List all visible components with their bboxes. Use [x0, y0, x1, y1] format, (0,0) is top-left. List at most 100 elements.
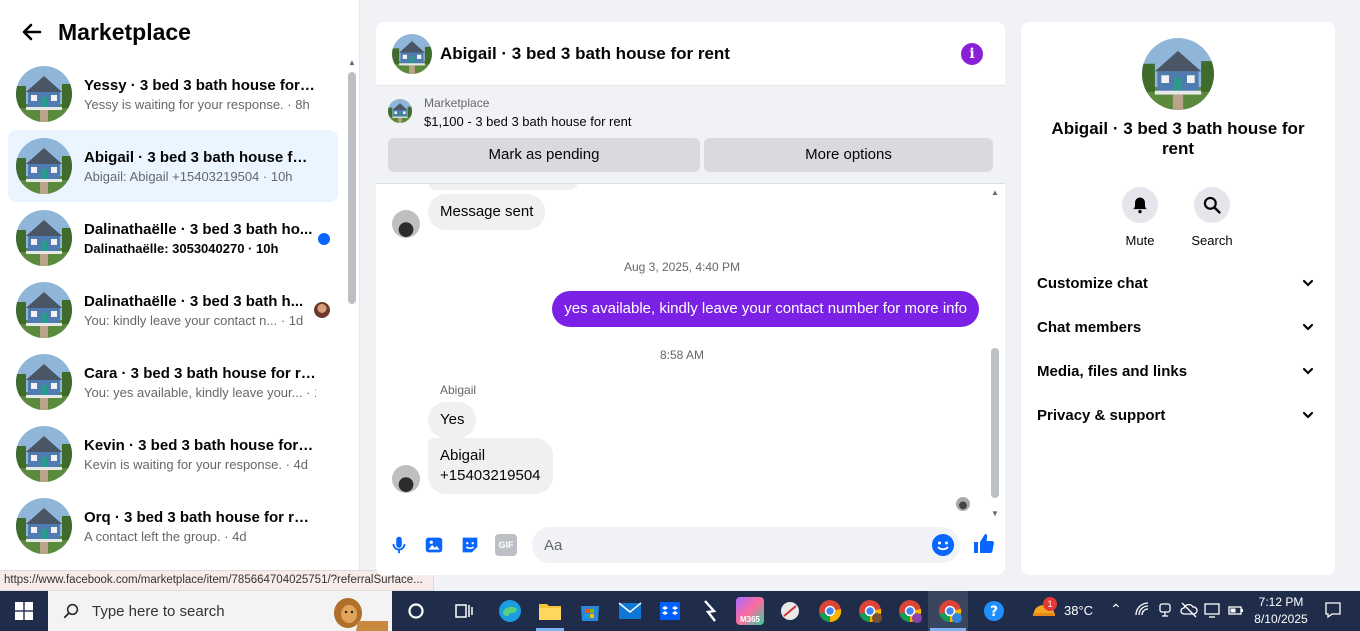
chevron-down-icon [1302, 367, 1314, 375]
conversation-title: Yessy · 3 bed 3 bath house for re... [84, 76, 316, 94]
conversation-title: Kevin · 3 bed 3 bath house for r... [84, 436, 316, 454]
sticker-icon[interactable] [459, 534, 481, 556]
conversation-item[interactable]: Orq · 3 bed 3 bath house for rent A conta… [8, 490, 338, 562]
clock-time: 7:12 PM [1258, 595, 1304, 609]
info-section[interactable]: Privacy & support [1037, 398, 1319, 434]
conversation-item[interactable]: Abigail · 3 bed 3 bath house for ... Abig… [8, 130, 338, 202]
unread-dot [318, 233, 330, 245]
listing-photo[interactable] [1142, 38, 1214, 110]
photo-icon[interactable] [423, 534, 445, 556]
conversation-item[interactable]: Dalinathaëlle · 3 bed 3 bath h... You: ki… [8, 274, 338, 346]
scroll-up-icon[interactable]: ▲ [347, 58, 357, 68]
scroll-down-icon[interactable]: ▼ [991, 509, 999, 518]
conversation-title: Abigail · 3 bed 3 bath house for ... [84, 148, 316, 166]
listing-thumbnail [16, 498, 72, 554]
info-icon[interactable]: i [961, 43, 983, 65]
sender-name: Abigail [440, 383, 477, 397]
timestamp: Aug 3, 2025, 4:40 PM [623, 260, 741, 274]
help-icon[interactable]: ? [980, 597, 1008, 625]
message-line: +15403219504 [440, 467, 541, 484]
back-arrow-icon[interactable] [20, 20, 44, 44]
marketplace-banner: Marketplace $1,100 - 3 bed 3 bath house … [376, 86, 1005, 184]
chat-scrollbar[interactable]: ▲ ▼ [990, 188, 1000, 518]
search-icon [63, 603, 79, 619]
scroll-up-icon[interactable]: ▲ [991, 188, 999, 197]
listing-price[interactable]: $1,100 - 3 bed 3 bath house for rent [424, 114, 631, 129]
mute-label: Mute [1125, 233, 1155, 248]
info-section[interactable]: Media, files and links [1037, 354, 1319, 390]
task-view-icon[interactable] [450, 597, 478, 625]
chrome-icon[interactable] [816, 597, 844, 625]
network-icon[interactable] [1134, 601, 1150, 620]
taskbar-search[interactable]: Type here to search [48, 591, 392, 631]
weather-temperature[interactable]: 38°C [1064, 603, 1093, 618]
notification-center-icon[interactable] [1324, 601, 1342, 622]
conversation-item[interactable]: Dalinathaëlle · 3 bed 3 bath ho... Dalina… [8, 202, 338, 274]
conversation-snippet: A contact left the group. · 4d [84, 528, 247, 544]
search-label: Search [1191, 233, 1233, 248]
conversation-item[interactable]: Cara · 3 bed 3 bath house for rent You: y… [8, 346, 338, 418]
section-label: Customize chat [1037, 275, 1148, 292]
chat-title[interactable]: Abigail · 3 bed 3 bath house for rent [440, 44, 730, 64]
conversation-title: Orq · 3 bed 3 bath house for rent [84, 508, 316, 526]
sidebar-title: Marketplace [58, 18, 191, 45]
info-section[interactable]: Chat members [1037, 310, 1319, 346]
info-section[interactable]: Customize chat [1037, 266, 1319, 302]
microsoft-365-copilot-icon[interactable]: M365 [736, 597, 764, 625]
conversation-title: Dalinathaëlle · 3 bed 3 bath h... [84, 292, 304, 310]
cloud-offline-icon[interactable] [1180, 602, 1198, 621]
listing-thumbnail [16, 138, 72, 194]
mail-icon[interactable] [616, 597, 644, 625]
section-label: Chat members [1037, 319, 1142, 336]
chrome-profile-r-icon[interactable] [936, 597, 964, 625]
svg-text:?: ? [990, 604, 998, 620]
dropbox-icon[interactable] [656, 597, 684, 625]
gif-icon[interactable]: GIF [495, 534, 517, 556]
clock-date: 8/10/2025 [1254, 612, 1308, 626]
scrollbar-thumb[interactable] [348, 72, 356, 304]
sidebar-scrollbar[interactable]: ▲ [347, 58, 357, 588]
previous-message-bubble [428, 184, 578, 190]
conversation-title: Dalinathaëlle · 3 bed 3 bath ho... [84, 220, 313, 238]
show-hidden-icons-chevron-icon[interactable]: ⌃ [1110, 601, 1122, 618]
edge-browser-icon[interactable] [496, 597, 524, 625]
system-clock[interactable]: 7:12 PM 8/10/2025 [1248, 594, 1314, 628]
contact-avatar[interactable] [392, 465, 420, 493]
lion-icon [334, 598, 388, 631]
conversation-snippet: You: yes available, kindly leave your...… [84, 384, 316, 400]
contact-avatar[interactable] [392, 210, 420, 238]
file-explorer-icon[interactable] [536, 597, 564, 625]
windows-logo-icon [15, 602, 33, 620]
thumbs-up-icon[interactable] [972, 532, 996, 556]
section-label: Media, files and links [1037, 363, 1188, 380]
banner-listing-thumbnail[interactable] [388, 99, 412, 123]
mute-button[interactable]: Mute [1110, 187, 1170, 248]
meet-now-icon[interactable] [1158, 602, 1172, 621]
display-icon[interactable] [1204, 602, 1220, 621]
mark-as-pending-button[interactable]: Mark as pending [388, 138, 700, 172]
taskbar-search-text: Type here to search [92, 602, 225, 620]
conversation-item[interactable]: Yessy · 3 bed 3 bath house for re... Yess… [8, 58, 338, 130]
conversation-sidebar: Marketplace Yessy · 3 bed 3 bath house f… [0, 0, 360, 591]
windows-start-button[interactable] [0, 591, 48, 631]
app-lightning-icon[interactable] [696, 597, 724, 625]
chrome-profile-j-icon[interactable] [856, 597, 884, 625]
incoming-message-bubble: Abigail +15403219504 [428, 438, 553, 494]
emoji-icon[interactable] [932, 534, 954, 556]
conversation-item[interactable]: Kevin · 3 bed 3 bath house for r... Kevin… [8, 418, 338, 490]
battery-icon[interactable] [1228, 602, 1244, 621]
cortana-icon[interactable] [402, 597, 430, 625]
search-button[interactable]: Search [1182, 187, 1242, 248]
outgoing-message-bubble: yes available, kindly leave your contact… [552, 291, 979, 327]
chrome-profile-e-icon[interactable] [896, 597, 924, 625]
status-bar-url: https://www.facebook.com/marketplace/ite… [0, 570, 434, 591]
microsoft-store-icon[interactable] [576, 597, 604, 625]
microphone-icon[interactable] [388, 534, 410, 556]
conversation-snippet: You: kindly leave your contact n... · 1d [84, 312, 304, 328]
snipping-tool-icon[interactable] [776, 597, 804, 625]
message-input[interactable] [532, 527, 960, 563]
scrollbar-thumb[interactable] [991, 348, 999, 498]
more-options-button[interactable]: More options [704, 138, 993, 172]
listing-thumbnail[interactable] [392, 33, 432, 74]
chevron-down-icon [1302, 323, 1314, 331]
